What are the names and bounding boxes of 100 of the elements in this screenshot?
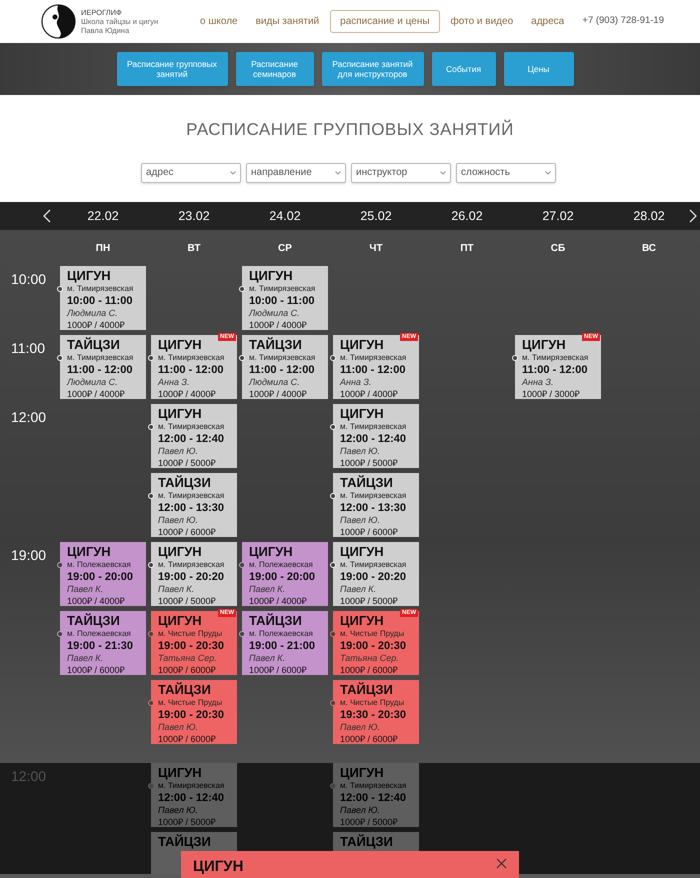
nav-link[interactable]: фото и видео bbox=[444, 10, 520, 33]
class-time: 19:00 - 20:00 bbox=[67, 572, 134, 583]
class-teacher: Анна З. bbox=[158, 378, 190, 387]
time-label: 19:00 bbox=[11, 547, 46, 563]
class-title: ТАЙЦЗИ bbox=[158, 835, 212, 848]
class-teacher: Павел Ю. bbox=[158, 447, 200, 456]
class-teacher: Анна З. bbox=[340, 378, 372, 387]
class-time: 12:00 - 13:30 bbox=[158, 503, 226, 514]
class-price: 1000₽ / 4000₽ bbox=[67, 321, 126, 330]
chevron-right-icon[interactable] bbox=[689, 209, 697, 223]
class-price: 1000₽ / 3000₽ bbox=[522, 390, 581, 399]
class-card[interactable]: ТАЙЦЗИ м. Тимирязевская 11:00 - 12:00 Людмила С. 1000₽ / 4000₽ bbox=[60, 335, 146, 399]
logo-icon[interactable] bbox=[41, 4, 76, 39]
chevron-left-icon[interactable] bbox=[43, 209, 51, 223]
class-location: м. Тимирязевская bbox=[158, 561, 226, 569]
class-card[interactable]: ЦИГУН м. Тимирязевская 12:00 - 12:40 Павел Ю. 1000₽ / 5000₽ bbox=[151, 404, 237, 468]
class-price: 1000₽ / 6000₽ bbox=[340, 666, 399, 675]
nav-link[interactable]: о школе bbox=[193, 10, 245, 33]
class-price: 1000₽ / 4000₽ bbox=[67, 597, 126, 606]
class-teacher: Павел Ю. bbox=[340, 723, 382, 732]
class-title: ЦИГУН bbox=[158, 766, 203, 779]
class-location: м. Полежаевская bbox=[249, 630, 314, 638]
class-price: 1000₽ / 6000₽ bbox=[158, 666, 217, 675]
class-price: 1000₽ / 6000₽ bbox=[158, 735, 217, 744]
date-label: 23.02 bbox=[178, 208, 210, 225]
weekday-label: ВС bbox=[642, 242, 656, 256]
class-card[interactable]: ЦИГУН м. Полежаевская 19:00 - 20:00 Павел К. 1000₽ / 4000₽ bbox=[60, 542, 146, 606]
class-price: 1000₽ / 6000₽ bbox=[67, 666, 126, 675]
class-time: 12:00 - 12:40 bbox=[340, 793, 408, 804]
class-card[interactable]: ЦИГУН м. Тимирязевская 10:00 - 11:00 Людмила С. 1000₽ / 4000₽ bbox=[242, 266, 328, 330]
class-title: ЦИГУН bbox=[340, 614, 385, 627]
class-time: 19:30 - 20:30 bbox=[340, 710, 408, 721]
class-time: 19:00 - 21:00 bbox=[249, 641, 316, 652]
class-card[interactable]: ТАЙЦЗИ м. Тимирязевская 11:00 - 12:00 Людмила С. 1000₽ / 4000₽ bbox=[242, 335, 328, 399]
time-label: 10:00 bbox=[11, 271, 46, 287]
date-label: 28.02 bbox=[633, 208, 665, 225]
class-price: 1000₽ / 4000₽ bbox=[249, 390, 308, 399]
class-card[interactable]: ТАЙЦЗИ м. Полежаевская 19:00 - 21:30 Павел К. 1000₽ / 6000₽ bbox=[60, 611, 146, 675]
class-location: м. Чистые Пруды bbox=[158, 630, 224, 638]
class-card[interactable]: ТАЙЦЗИ м. Тимирязевская 12:00 - 13:30 Павел Ю. 1000₽ / 6000₽ bbox=[151, 473, 237, 537]
weekday-label: ВТ bbox=[188, 242, 200, 256]
class-title: ЦИГУН bbox=[158, 338, 203, 351]
class-card[interactable]: ТАЙЦЗИ м. Тимирязевская 12:00 - 13:30 Павел Ю. 1000₽ / 6000₽ bbox=[333, 473, 419, 537]
filter-dropdown[interactable]: сложность bbox=[456, 162, 556, 182]
class-teacher: Павел Ю. bbox=[158, 806, 200, 815]
class-location: м. Тимирязевская bbox=[67, 354, 134, 362]
class-teacher: Татьяна Сер. bbox=[158, 654, 218, 663]
dialog-title: ЦИГУН bbox=[193, 858, 244, 875]
class-card[interactable]: ЦИГУН м. Тимирязевская 19:00 - 20:20 Павел К. 1000₽ / 5000₽ bbox=[151, 542, 237, 606]
class-time: 12:00 - 12:40 bbox=[340, 434, 408, 445]
class-title: ЦИГУН bbox=[158, 614, 203, 627]
chevron-down-icon bbox=[440, 170, 446, 174]
class-location: м. Тимирязевская bbox=[340, 561, 408, 569]
class-teacher: Павел Ю. bbox=[340, 447, 382, 456]
class-card[interactable]: ТАЙЦЗИ м. Чистые Пруды 19:30 - 20:30 Павел Ю. 1000₽ / 6000₽ bbox=[333, 680, 419, 744]
class-card[interactable]: ТАЙЦЗИ м. Полежаевская 19:00 - 21:00 Павел К. 1000₽ / 6000₽ bbox=[242, 611, 328, 675]
nav-link[interactable]: виды занятий bbox=[248, 10, 326, 33]
class-title: ЦИГУН bbox=[67, 269, 112, 282]
class-teacher: Людмила С. bbox=[249, 378, 301, 387]
date-label: 25.02 bbox=[360, 208, 392, 225]
close-icon[interactable] bbox=[496, 858, 507, 869]
class-time: 10:00 - 11:00 bbox=[249, 296, 316, 307]
class-time: 12:00 - 12:40 bbox=[158, 434, 226, 445]
time-label: 12:00 bbox=[11, 768, 46, 784]
class-time: 12:00 - 12:40 bbox=[158, 793, 226, 804]
filter-dropdown[interactable]: направление bbox=[246, 162, 346, 182]
class-card[interactable]: ТАЙЦЗИ м. Чистые Пруды 19:00 - 20:30 Павел Ю. 1000₽ / 6000₽ bbox=[151, 680, 237, 744]
class-title: ТАЙЦЗИ bbox=[340, 835, 394, 848]
class-teacher: Павел Ю. bbox=[158, 723, 200, 732]
class-location: м. Тимирязевская bbox=[340, 782, 408, 790]
class-location: м. Тимирязевская bbox=[158, 423, 226, 431]
class-price: 1000₽ / 6000₽ bbox=[340, 528, 399, 537]
class-location: м. Тимирязевская bbox=[249, 354, 316, 362]
weekday-label: ЧТ bbox=[369, 242, 383, 256]
class-time: 19:00 - 20:30 bbox=[340, 641, 408, 652]
class-time: 12:00 - 13:30 bbox=[340, 503, 408, 514]
page-title: РАСПИСАНИЕ ГРУППОВЫХ ЗАНЯТИЙ bbox=[186, 118, 514, 141]
weekday-label: ПТ bbox=[460, 242, 474, 256]
class-price: 1000₽ / 5000₽ bbox=[158, 597, 217, 606]
class-title: ЦИГУН bbox=[340, 407, 385, 420]
class-title: ТАЙЦЗИ bbox=[340, 476, 394, 489]
time-label: 12:00 bbox=[11, 409, 46, 425]
class-card[interactable]: ЦИГУН м. Тимирязевская 19:00 - 20:20 Павел К. 1000₽ / 5000₽ bbox=[333, 542, 419, 606]
class-card[interactable]: ЦИГУН м. Тимирязевская 12:00 - 12:40 Павел Ю. 1000₽ / 5000₽ bbox=[333, 404, 419, 468]
class-card[interactable]: ЦИГУН м. Полежаевская 19:00 - 20:00 Павел К. 1000₽ / 4000₽ bbox=[242, 542, 328, 606]
class-location: м. Полежаевская bbox=[67, 630, 132, 638]
filter-dropdown[interactable]: адрес bbox=[141, 162, 241, 182]
class-card[interactable]: ЦИГУН м. Тимирязевская 10:00 - 11:00 Людмила С. 1000₽ / 4000₽ bbox=[60, 266, 146, 330]
chevron-down-icon bbox=[545, 170, 551, 174]
class-price: 1000₽ / 5000₽ bbox=[340, 597, 399, 606]
class-teacher: Павел К. bbox=[249, 585, 286, 594]
class-title: ТАЙЦЗИ bbox=[249, 338, 303, 351]
class-teacher: Павел К. bbox=[67, 585, 104, 594]
filter-dropdown[interactable]: инструктор bbox=[351, 162, 451, 182]
class-location: м. Тимирязевская bbox=[158, 492, 226, 500]
class-title: ЦИГУН bbox=[340, 545, 385, 558]
class-time: 10:00 - 11:00 bbox=[67, 296, 134, 307]
class-title: ЦИГУН bbox=[158, 407, 203, 420]
nav-link[interactable]: адреса bbox=[524, 10, 572, 33]
nav-link[interactable]: расписание и цены bbox=[330, 10, 440, 33]
